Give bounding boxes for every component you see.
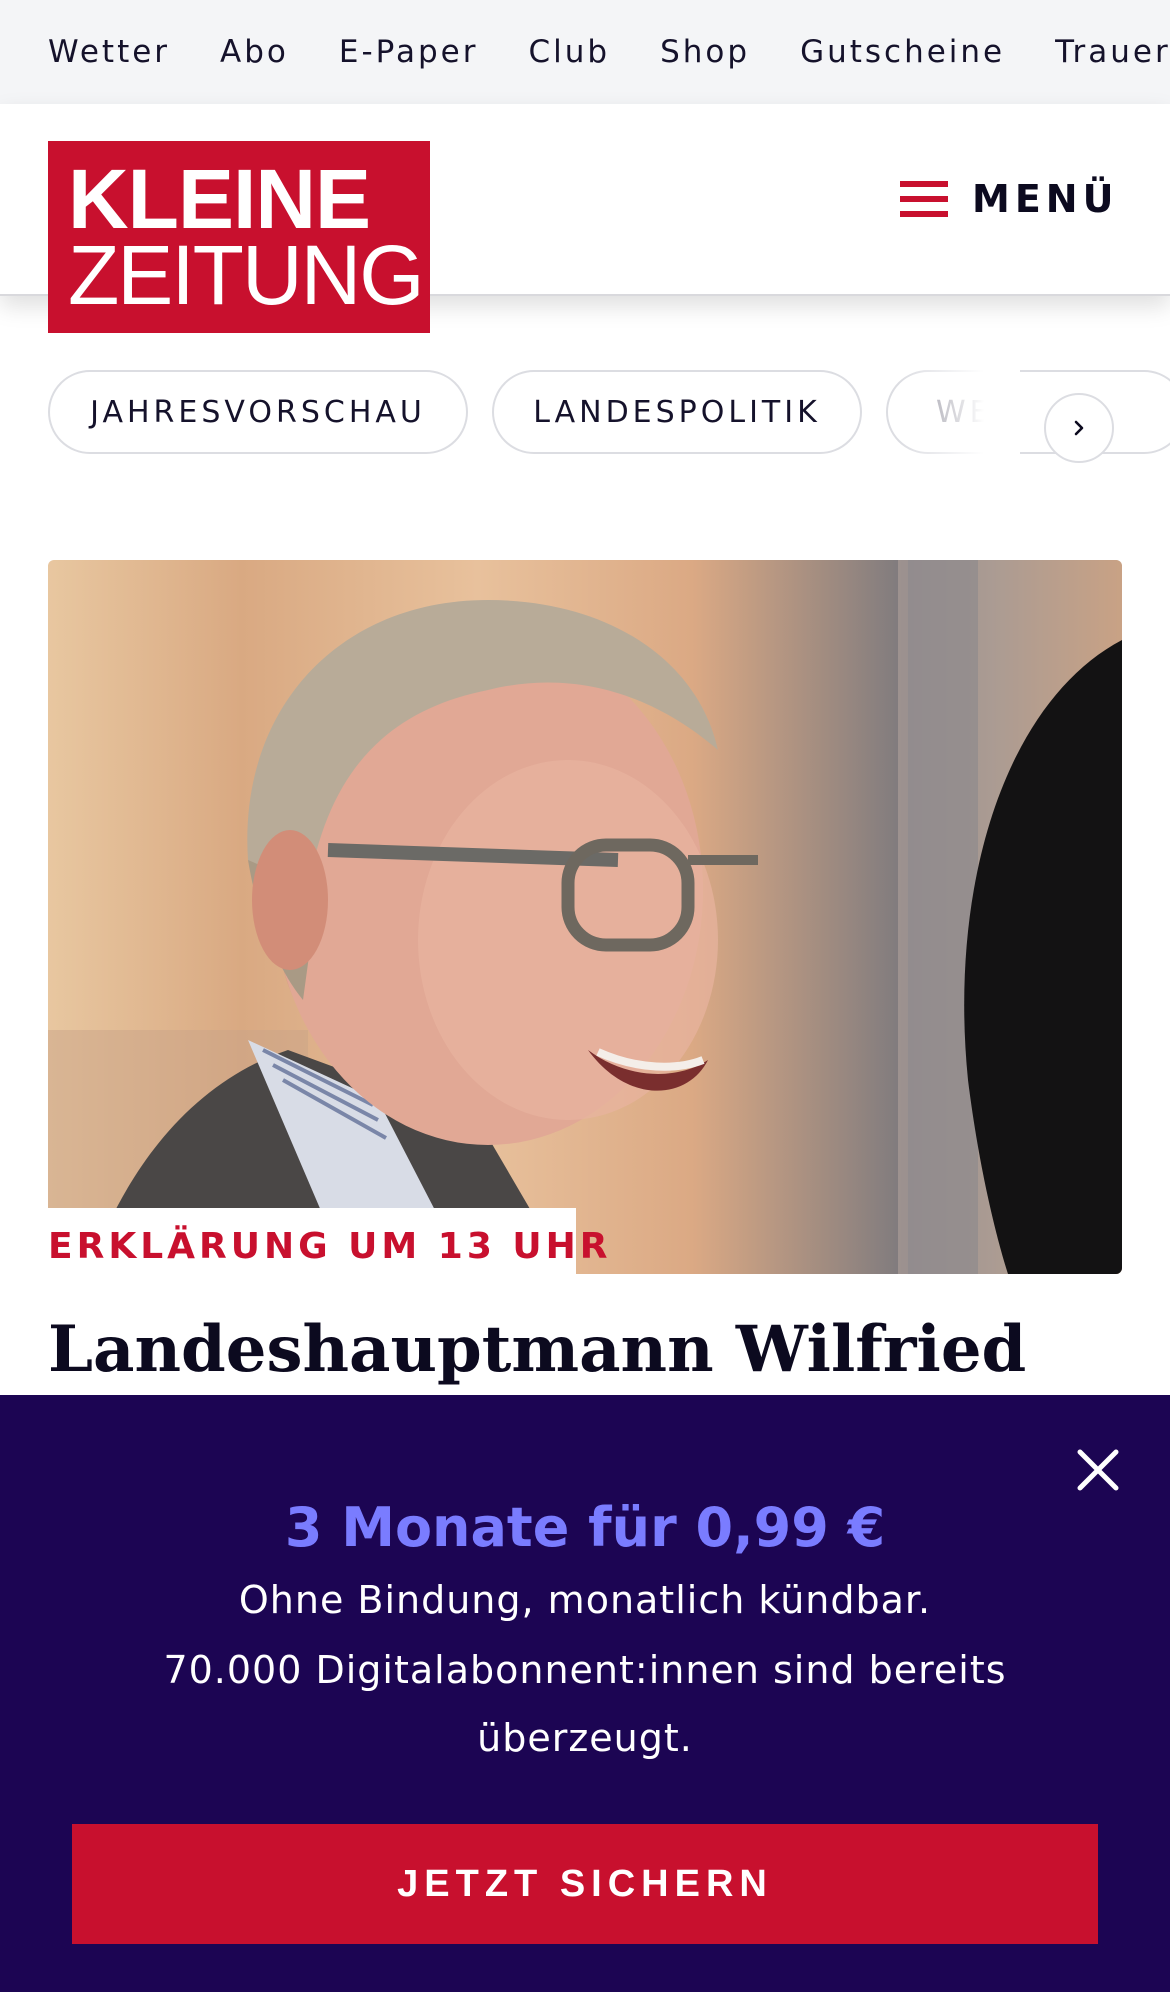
chevron-right-icon — [1074, 420, 1084, 436]
promo-close-button[interactable] — [1074, 1446, 1122, 1494]
hamburger-icon — [900, 181, 948, 217]
top-nav-gutscheine[interactable]: Gutscheine — [800, 34, 1005, 70]
topic-pill-landespolitik[interactable]: LANDESPOLITIK — [492, 370, 862, 454]
promo-text-line-3: überzeugt. — [477, 1716, 693, 1760]
top-nav-shop[interactable]: Shop — [660, 34, 750, 70]
promo-text-line-1: Ohne Bindung, monatlich kündbar. — [238, 1578, 932, 1622]
article-hero-image[interactable] — [48, 560, 1122, 1274]
top-nav-list: Wetter Abo E-Paper Club Shop Gutscheine … — [48, 0, 1170, 104]
promo-title: 3 Monate für 0,99 € — [284, 1496, 886, 1559]
topic-pill-jahresvorschau[interactable]: JAHRESVORSCHAU — [48, 370, 468, 454]
close-icon — [1077, 1449, 1119, 1491]
subscribe-cta-button[interactable]: JETZT SICHERN — [72, 1824, 1098, 1944]
promo-text-line-2: 70.000 Digitalabonnent:innen sind bereit… — [163, 1648, 1007, 1692]
top-nav-club[interactable]: Club — [528, 34, 610, 70]
menu-button[interactable]: MENÜ — [900, 174, 1118, 224]
top-nav-wetter[interactable]: Wetter — [48, 34, 170, 70]
top-nav-abo[interactable]: Abo — [220, 34, 289, 70]
logo-line-2: ZEITUNG — [68, 228, 425, 322]
portrait-illustration — [48, 560, 1122, 1274]
article-kicker: ERKLÄRUNG UM 13 UHR — [48, 1226, 612, 1267]
site-header: KLEINE ZEITUNG MENÜ — [0, 104, 1170, 333]
topic-pills: JAHRESVORSCHAU LANDESPOLITIK WE — [0, 368, 1170, 460]
top-nav-epaper[interactable]: E-Paper — [339, 34, 479, 70]
top-utility-nav: Wetter Abo E-Paper Club Shop Gutscheine … — [0, 0, 1170, 104]
top-nav-trauer[interactable]: Trauerp — [1055, 34, 1170, 70]
pills-fade — [900, 368, 1020, 460]
site-logo[interactable]: KLEINE ZEITUNG — [48, 141, 430, 333]
pills-next-button[interactable] — [1044, 393, 1114, 463]
menu-label: MENÜ — [972, 177, 1119, 221]
article-headline[interactable]: Landeshauptmann Wilfried — [48, 1310, 1026, 1390]
